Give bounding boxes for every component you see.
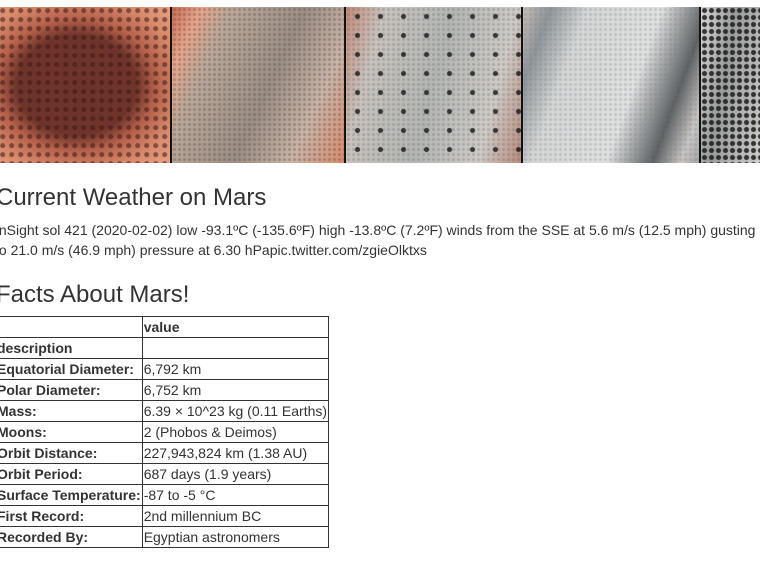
fact-value: 6.39 × 10^23 kg (0.11 Earths): [141, 400, 330, 422]
table-header-blank: [0, 316, 143, 338]
mars-surface-image-5[interactable]: [699, 7, 760, 163]
mars-facts-table: value description Equatorial Diameter: 6,…: [0, 316, 330, 548]
fact-value: 2nd millennium BC: [141, 505, 330, 527]
table-row: Orbit Distance: 227,943,824 km (1.38 AU): [0, 442, 330, 464]
fact-value: 6,752 km: [141, 379, 330, 401]
table-header-empty: [141, 337, 330, 359]
mars-surface-image-1[interactable]: [0, 7, 170, 163]
table-header-row: value: [0, 316, 330, 338]
table-header-row: description: [0, 337, 330, 359]
table-row: Polar Diameter: 6,752 km: [0, 379, 330, 401]
fact-value: -87 to -5 °C: [141, 484, 330, 506]
table-row: Surface Temperature: -87 to -5 °C: [0, 484, 330, 506]
fact-label: Equatorial Diameter:: [0, 358, 143, 380]
mars-surface-image-4[interactable]: [521, 7, 699, 163]
fact-label: Polar Diameter:: [0, 379, 143, 401]
fact-value: Egyptian astronomers: [141, 526, 330, 548]
fact-label: First Record:: [0, 505, 143, 527]
fact-value: 2 (Phobos & Deimos): [141, 421, 330, 443]
fact-value: 687 days (1.9 years): [141, 463, 330, 485]
mars-surface-image-2[interactable]: [170, 7, 344, 163]
facts-heading: Facts About Mars!: [0, 281, 190, 308]
table-row: Equatorial Diameter: 6,792 km: [0, 358, 330, 380]
table-row: Moons: 2 (Phobos & Deimos): [0, 421, 330, 443]
weather-heading: Current Weather on Mars: [0, 184, 267, 211]
table-row: First Record: 2nd millennium BC: [0, 505, 330, 527]
table-header-description: description: [0, 337, 143, 359]
fact-label: Moons:: [0, 421, 143, 443]
table-row: Recorded By: Egyptian astronomers: [0, 526, 330, 548]
mars-surface-image-3[interactable]: [344, 7, 521, 163]
fact-value: 227,943,824 km (1.38 AU): [141, 442, 330, 464]
weather-tweet-text: InSight sol 421 (2020-02-02) low -93.1ºC…: [0, 222, 756, 258]
fact-label: Recorded By:: [0, 526, 143, 548]
fact-label: Mass:: [0, 400, 143, 422]
fact-label: Orbit Distance:: [0, 442, 143, 464]
fact-label: Orbit Period:: [0, 463, 143, 485]
fact-value: 6,792 km: [141, 358, 330, 380]
table-row: Mass: 6.39 × 10^23 kg (0.11 Earths): [0, 400, 330, 422]
fact-label: Surface Temperature:: [0, 484, 143, 506]
table-row: Orbit Period: 687 days (1.9 years): [0, 463, 330, 485]
table-header-value: value: [141, 316, 330, 338]
mars-hemisphere-image-strip: [0, 7, 760, 163]
